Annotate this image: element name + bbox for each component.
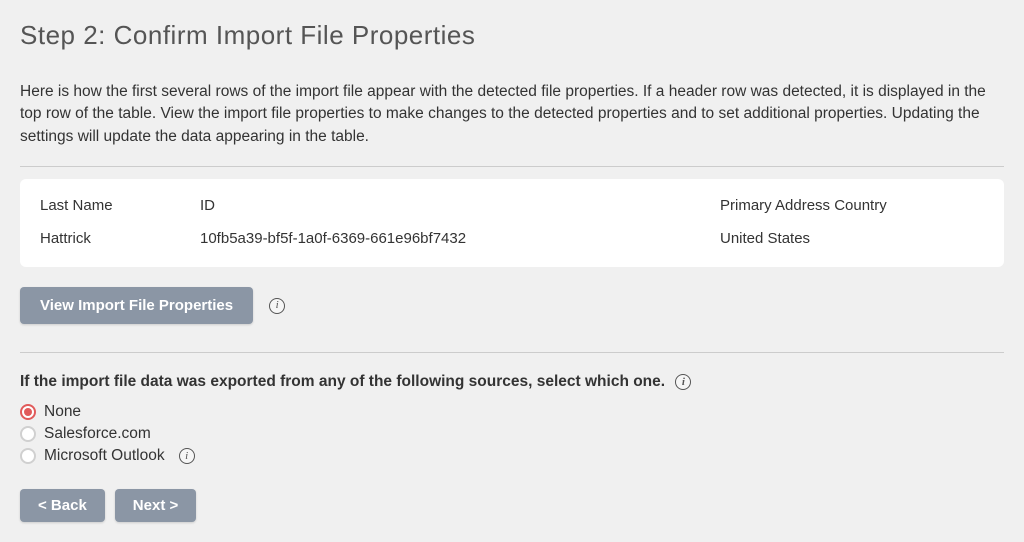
col-last-name: Last Name [34, 191, 194, 220]
cell-last-name: Hattrick [34, 220, 194, 253]
radio-none[interactable] [20, 404, 36, 420]
radio-label-salesforce: Salesforce.com [44, 425, 151, 443]
cell-id: 10fb5a39-bf5f-1a0f-6369-661e96bf7432 [194, 220, 714, 253]
radio-microsoft-outlook[interactable] [20, 448, 36, 464]
radio-label-none: None [44, 403, 81, 421]
back-button[interactable]: < Back [20, 489, 105, 522]
preview-table: Last Name ID Primary Address Country Hat… [20, 179, 1004, 267]
info-icon[interactable]: i [675, 374, 691, 390]
divider [20, 352, 1004, 353]
col-primary-address-country: Primary Address Country [714, 191, 990, 220]
view-import-file-properties-button[interactable]: View Import File Properties [20, 287, 253, 324]
col-id: ID [194, 191, 714, 220]
source-radio-group: None Salesforce.com Microsoft Outlook i [20, 403, 1004, 465]
cell-country: United States [714, 220, 990, 253]
info-icon[interactable]: i [269, 298, 285, 314]
table-row: Hattrick 10fb5a39-bf5f-1a0f-6369-661e96b… [34, 220, 990, 253]
divider [20, 166, 1004, 167]
intro-text: Here is how the first several rows of th… [20, 81, 1004, 148]
table-header-row: Last Name ID Primary Address Country [34, 191, 990, 220]
source-prompt-text: If the import file data was exported fro… [20, 373, 665, 390]
next-button[interactable]: Next > [115, 489, 196, 522]
source-prompt: If the import file data was exported fro… [20, 373, 1004, 391]
page-title: Step 2: Confirm Import File Properties [20, 20, 1004, 51]
import-wizard-step2: Step 2: Confirm Import File Properties H… [0, 0, 1024, 542]
radio-label-outlook: Microsoft Outlook [44, 447, 165, 465]
wizard-nav: < Back Next > [20, 489, 1004, 522]
info-icon[interactable]: i [179, 448, 195, 464]
radio-salesforce[interactable] [20, 426, 36, 442]
